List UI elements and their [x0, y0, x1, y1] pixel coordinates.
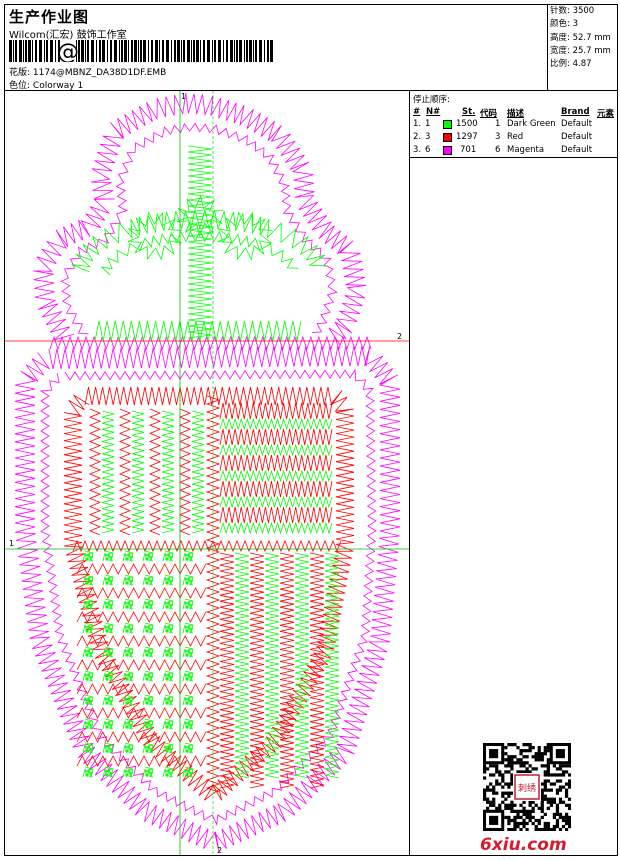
embroidery-design-view: 2 1 1 2: [5, 91, 409, 855]
color-swatch: [443, 133, 452, 142]
stat-height: 高度: 52.7 mm: [550, 32, 611, 43]
col-header-stitches: St.: [462, 107, 476, 117]
col-header-description: 描述: [507, 109, 525, 119]
green-fill-stitches: [71, 145, 340, 779]
color-swatch: [443, 120, 452, 129]
design-file-line: 花版: 1174@MBNZ_DA38D1DF.EMB: [9, 65, 166, 78]
col-header-code: 代码: [480, 109, 498, 119]
table-row: 2. 3 1297 3 Red Default: [413, 132, 593, 142]
header-area: 生产作业图 Wilcom(汇宏) 鼓饰工作室 @ 花版: 1174@MBNZ_D…: [5, 5, 547, 91]
qr-code: 刺绣: [483, 743, 571, 831]
watermark-logo: 6xiu.com: [480, 835, 567, 855]
col-header-brand: Brand: [561, 107, 590, 117]
svg-text:刺绣: 刺绣: [518, 782, 536, 794]
svg-text:@: @: [57, 40, 79, 62]
stats-box: 针数: 3500 颜色: 3 高度: 52.7 mm 宽度: 25.7 mm 比…: [547, 5, 617, 90]
col-header-index: #: [413, 107, 421, 117]
design-filename: 1174@MBNZ_DA38D1DF.EMB: [32, 68, 167, 78]
marker-2-bottom: 2: [217, 846, 222, 855]
stop-sequence-heading: 停止顺序:: [413, 95, 450, 105]
barcode: @: [9, 40, 273, 62]
sheet-frame: 生产作业图 Wilcom(汇宏) 鼓饰工作室 @ 花版: 1174@MBNZ_D…: [4, 4, 618, 856]
design-label: 花版:: [9, 68, 31, 78]
marker-2-right: 2: [397, 332, 402, 341]
marker-1-left: 1: [9, 539, 14, 548]
col-header-needle: N#: [426, 107, 441, 117]
table-bottom-rule: [410, 157, 617, 158]
color-swatch: [443, 146, 452, 155]
table-row: 1. 1 1500 1 Dark Green Default: [413, 119, 593, 129]
stat-stitches: 针数: 3500: [550, 6, 595, 16]
stat-colors: 颜色: 3: [550, 19, 578, 30]
stat-width: 宽度: 25.7 mm: [550, 45, 611, 56]
company-name: Wilcom(汇宏) 鼓饰工作室: [9, 30, 127, 41]
stop-sequence-panel: 停止顺序: # N# St. 代码 描述 Brand 元素 1. 1 1500 …: [410, 91, 617, 855]
embroidery-canvas: 2 1 1 2: [5, 91, 409, 855]
magenta-outline-stitches: [14, 92, 401, 853]
stat-scale: 比例: 4.87: [550, 59, 592, 70]
col-header-element: 元素: [597, 109, 615, 119]
marker-1-top: 1: [181, 92, 186, 101]
page-title: 生产作业图: [9, 8, 90, 26]
